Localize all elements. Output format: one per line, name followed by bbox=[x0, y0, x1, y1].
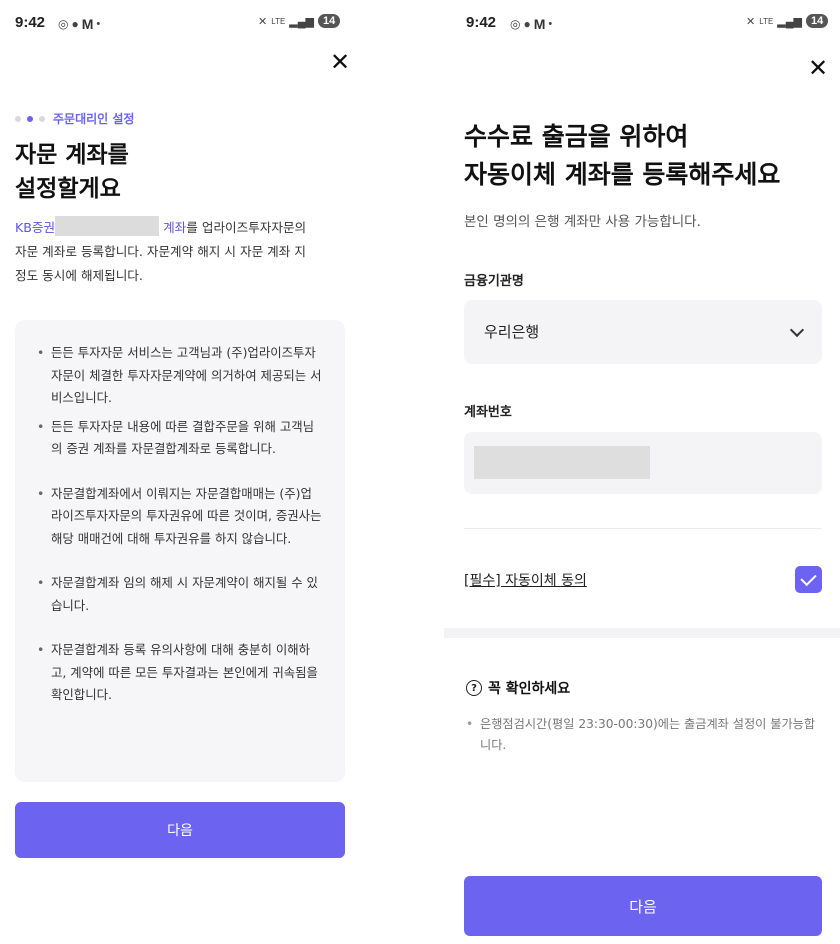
status-time: 9:42 bbox=[15, 14, 46, 31]
status-time: 9:42 bbox=[466, 14, 497, 31]
bank-label: 금융기관명 bbox=[464, 274, 524, 289]
close-icon[interactable]: ✕ bbox=[808, 56, 828, 80]
close-icon[interactable]: ✕ bbox=[330, 50, 350, 74]
mail-icon: M bbox=[533, 16, 546, 32]
mail-icon: M bbox=[81, 16, 94, 32]
masked-account bbox=[55, 216, 160, 236]
title-line-2: 설정할게요 bbox=[15, 176, 121, 202]
step-dot-active bbox=[27, 115, 33, 122]
auto-transfer-screen: 9:42 ◎ ● M • ✕ LTE ▂▄▆ 14 ✕ 수수료 출금을 위하여 … bbox=[444, 0, 840, 944]
notice-item: 자문결합계좌 등록 유의사항에 대해 충분히 이해하고, 계약에 따른 모든 투… bbox=[37, 639, 323, 707]
status-right: ✕ LTE ▂▄▆ 14 bbox=[746, 14, 829, 28]
status-right: ✕ LTE ▂▄▆ 14 bbox=[258, 14, 341, 28]
page-subtitle: 본인 명의의 은행 계좌만 사용 가능합니다. bbox=[464, 214, 701, 230]
broker-name: KB증권 bbox=[15, 220, 56, 235]
page-description: KB증권 계좌를 업라이즈투자자문의 자문 계좌로 등록합니다. 자문계약 해지… bbox=[15, 216, 345, 288]
confirm-header: ? 꼭 확인하세요 bbox=[466, 678, 570, 698]
desc-text-2: 자문 계좌로 등록합니다. 자문계약 해지 시 자문 계좌 지 bbox=[15, 244, 306, 259]
agreement-checkbox[interactable] bbox=[795, 566, 822, 593]
divider bbox=[464, 528, 822, 529]
page-title: 수수료 출금을 위하여 자동이체 계좌를 등록해주세요 bbox=[464, 118, 834, 194]
step-label: 주문대리인 설정 bbox=[53, 112, 135, 126]
lte-icon: LTE bbox=[271, 16, 286, 26]
page-title: 자문 계좌를 설정할게요 bbox=[15, 138, 345, 206]
notification-icons: ◎ ● M • bbox=[510, 16, 552, 32]
account-accent: 계좌 bbox=[163, 220, 187, 235]
chat-icon: ● bbox=[523, 17, 531, 31]
account-number-field[interactable] bbox=[464, 432, 822, 494]
next-button[interactable]: 다음 bbox=[15, 802, 345, 858]
chevron-down-icon bbox=[789, 322, 805, 338]
lte-icon: LTE bbox=[759, 16, 774, 26]
screenshot-icon: ◎ bbox=[58, 17, 69, 31]
next-button[interactable]: 다음 bbox=[464, 876, 822, 936]
section-separator bbox=[444, 628, 840, 638]
bank-value: 우리은행 bbox=[484, 323, 540, 341]
signal-icon: ▂▄▆ bbox=[289, 15, 315, 28]
notification-icons: ◎ ● M • bbox=[58, 16, 100, 32]
advisory-account-screen: 9:42 ◎ ● M • ✕ LTE ▂▄▆ 14 ✕ 주문대리인 설정 자문 … bbox=[0, 0, 360, 944]
title-line-2: 자동이체 계좌를 등록해주세요 bbox=[464, 160, 781, 189]
dot-icon: • bbox=[96, 18, 101, 30]
masked-account-number bbox=[474, 446, 650, 479]
desc-text-1: 를 업라이즈투자자문의 bbox=[186, 220, 307, 235]
title-line-1: 수수료 출금을 위하여 bbox=[464, 122, 689, 151]
notice-box: 든든 투자자문 서비스는 고객님과 (주)업라이즈투자자문이 체결한 투자자문계… bbox=[15, 320, 345, 782]
step-indicator: 주문대리인 설정 bbox=[15, 110, 134, 127]
confirm-note: 은행점검시간(평일 23:30-00:30)에는 출금계좌 설정이 불가능합니다… bbox=[466, 714, 818, 756]
dot-icon: • bbox=[548, 18, 553, 30]
signal-icon: ▂▄▆ bbox=[777, 15, 803, 28]
bank-select[interactable]: 우리은행 bbox=[464, 300, 822, 364]
notice-item: 든든 투자자문 서비스는 고객님과 (주)업라이즈투자자문이 체결한 투자자문계… bbox=[37, 342, 323, 410]
title-line-1: 자문 계좌를 bbox=[15, 142, 129, 168]
step-dot bbox=[39, 115, 45, 122]
desc-text-3: 정도 동시에 해제됩니다. bbox=[15, 268, 143, 283]
status-bar: 9:42 ◎ ● M • ✕ LTE ▂▄▆ 14 bbox=[444, 14, 840, 36]
screenshot-icon: ◎ bbox=[510, 17, 521, 31]
battery-icon: 14 bbox=[318, 14, 341, 28]
status-bar: 9:42 ◎ ● M • ✕ LTE ▂▄▆ 14 bbox=[0, 14, 360, 36]
notice-item: 든든 투자자문 내용에 따른 결합주문을 위해 고객님의 증권 계좌를 자문결합… bbox=[37, 416, 323, 461]
chat-icon: ● bbox=[71, 17, 79, 31]
confirm-title: 꼭 확인하세요 bbox=[488, 681, 571, 697]
account-label: 계좌번호 bbox=[464, 405, 512, 420]
notice-item: 자문결합계좌 임의 해제 시 자문계약이 해지될 수 있습니다. bbox=[37, 572, 323, 617]
notice-item: 자문결합계좌에서 이뤄지는 자문결합매매는 (주)업라이즈투자자문의 투자권유에… bbox=[37, 483, 323, 551]
auto-transfer-agreement-link[interactable]: [필수] 자동이체 동의 bbox=[464, 570, 587, 590]
battery-icon: 14 bbox=[806, 14, 829, 28]
mute-icon: ✕ bbox=[258, 15, 268, 28]
step-dot bbox=[15, 115, 21, 122]
question-circle-icon: ? bbox=[466, 680, 482, 696]
mute-icon: ✕ bbox=[746, 15, 756, 28]
